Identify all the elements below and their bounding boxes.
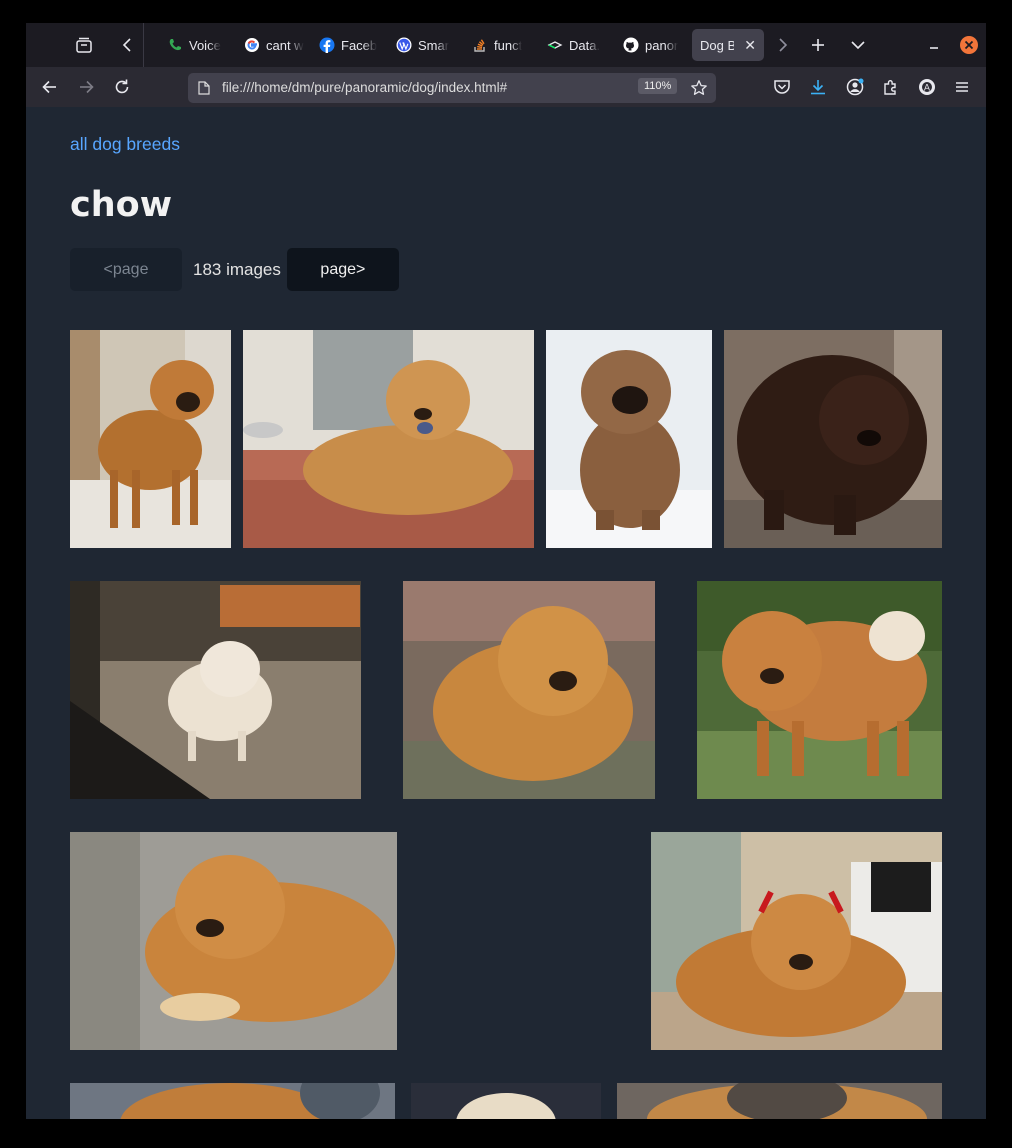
tab-dog-breeds[interactable]: Dog Br ✕ [692, 29, 764, 61]
dog-photo[interactable] [546, 330, 712, 548]
prev-page-button[interactable]: <page [70, 248, 182, 291]
dog-photo[interactable] [70, 330, 231, 548]
tab-datacamp[interactable]: Data. [539, 29, 611, 61]
tab-google-search[interactable]: cant w [236, 29, 308, 61]
dog-photo[interactable] [697, 581, 942, 799]
profile-extension-icon[interactable]: A [917, 77, 937, 97]
tab-title: Dog Br [700, 37, 735, 53]
next-page-button[interactable]: page> [286, 248, 399, 291]
account-icon[interactable] [845, 77, 865, 97]
dog-photo[interactable] [617, 1083, 942, 1119]
hamburger-menu-icon[interactable] [952, 77, 972, 97]
all-breeds-link[interactable]: all dog breeds [70, 134, 180, 155]
tabstrip-divider [143, 23, 144, 67]
facebook-icon [319, 37, 335, 53]
dog-photo[interactable] [651, 832, 942, 1050]
tab-title: panor [645, 37, 679, 53]
breed-title: chow [70, 185, 173, 225]
dog-photo[interactable] [70, 832, 397, 1050]
tab-stackoverflow[interactable]: funct [464, 29, 536, 61]
tabs-scroll-left-icon[interactable] [118, 35, 138, 55]
image-count: 183 images [193, 259, 281, 279]
tab-wordpress[interactable]: Smar [388, 29, 460, 61]
tab-voice[interactable]: Voice [159, 29, 231, 61]
page-icon [198, 81, 210, 95]
stackoverflow-icon [474, 39, 485, 52]
dog-photo[interactable] [243, 330, 534, 548]
pocket-icon[interactable] [772, 77, 792, 97]
tab-view-icon[interactable] [74, 35, 94, 55]
dog-photo[interactable] [724, 330, 942, 548]
tab-github[interactable]: panor [615, 29, 687, 61]
new-tab-icon[interactable] [808, 35, 828, 55]
list-all-tabs-icon[interactable] [848, 35, 868, 55]
browser-window: Voice cant w Faceb Smar funct Data. pano… [26, 23, 986, 1119]
navigation-toolbar: file:///home/dm/pure/panoramic/dog/index… [26, 67, 986, 107]
github-icon [623, 37, 639, 53]
google-icon [245, 38, 259, 52]
tab-title: Data. [569, 37, 601, 53]
tab-facebook[interactable]: Faceb [311, 29, 383, 61]
bookmark-star-icon[interactable] [690, 79, 708, 97]
back-arrow-icon[interactable] [40, 77, 60, 97]
wordpress-icon [396, 37, 412, 53]
tab-strip: Voice cant w Faceb Smar funct Data. pano… [26, 23, 986, 67]
tab-title: funct [494, 37, 523, 53]
tab-title: cant w [266, 37, 304, 53]
dog-photo[interactable] [403, 581, 655, 799]
forward-arrow-icon[interactable] [76, 77, 96, 97]
tab-title: Voice [189, 37, 221, 53]
minimize-icon[interactable] [925, 35, 945, 55]
dog-photo[interactable] [411, 1083, 601, 1119]
close-window-icon[interactable] [959, 35, 979, 55]
zoom-level-badge[interactable]: 110% [638, 78, 678, 94]
downloads-icon[interactable] [808, 77, 828, 97]
voice-phone-icon [169, 39, 181, 51]
close-tab-icon[interactable]: ✕ [744, 37, 756, 54]
address-bar[interactable]: file:///home/dm/pure/panoramic/dog/index… [188, 73, 716, 103]
extensions-icon[interactable] [881, 77, 901, 97]
tabs-scroll-right-icon[interactable] [772, 35, 792, 55]
svg-text:A: A [924, 84, 931, 94]
page-content: all dog breeds chow <page 183 images pag… [26, 107, 986, 1119]
tab-title: Smar [418, 37, 450, 53]
datacamp-icon [547, 41, 563, 49]
dog-photo[interactable] [70, 1083, 395, 1119]
url-text[interactable]: file:///home/dm/pure/panoramic/dog/index… [222, 80, 507, 95]
reload-icon[interactable] [112, 77, 132, 97]
dog-photo[interactable] [70, 581, 361, 799]
pagination: <page 183 images page> [70, 248, 399, 291]
tab-title: Faceb [341, 37, 378, 53]
